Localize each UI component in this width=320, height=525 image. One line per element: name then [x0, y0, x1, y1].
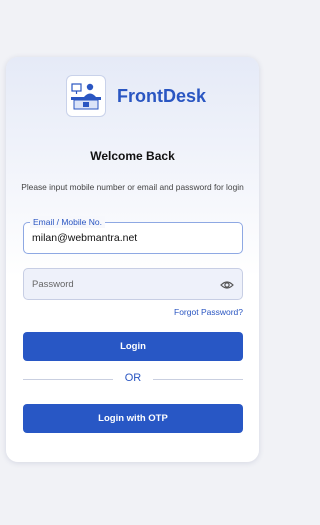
password-field[interactable]: Password [23, 268, 243, 300]
or-divider-text: OR [124, 372, 142, 384]
login-instructions: Please input mobile number or email and … [21, 182, 244, 192]
login-button[interactable]: Login [23, 332, 243, 361]
email-field[interactable]: Email / Mobile No. milan@webmantra.net [23, 216, 243, 254]
password-placeholder: Password [32, 279, 74, 290]
or-divider: OR [23, 372, 243, 386]
email-field-label: Email / Mobile No. [30, 216, 105, 228]
page-title: Welcome Back [90, 149, 175, 163]
divider-line-right [153, 379, 243, 380]
forgot-password-link[interactable]: Forgot Password? [174, 307, 243, 317]
brand-header: FrontDesk [66, 74, 206, 118]
brand-name: FrontDesk [116, 85, 206, 106]
login-card: FrontDesk Welcome Back Please input mobi… [6, 57, 259, 462]
login-with-otp-button[interactable]: Login with OTP [23, 404, 243, 433]
receptionist-desk-icon [66, 75, 106, 117]
eye-icon[interactable] [220, 278, 234, 292]
email-field-value[interactable]: milan@webmantra.net [32, 232, 137, 244]
